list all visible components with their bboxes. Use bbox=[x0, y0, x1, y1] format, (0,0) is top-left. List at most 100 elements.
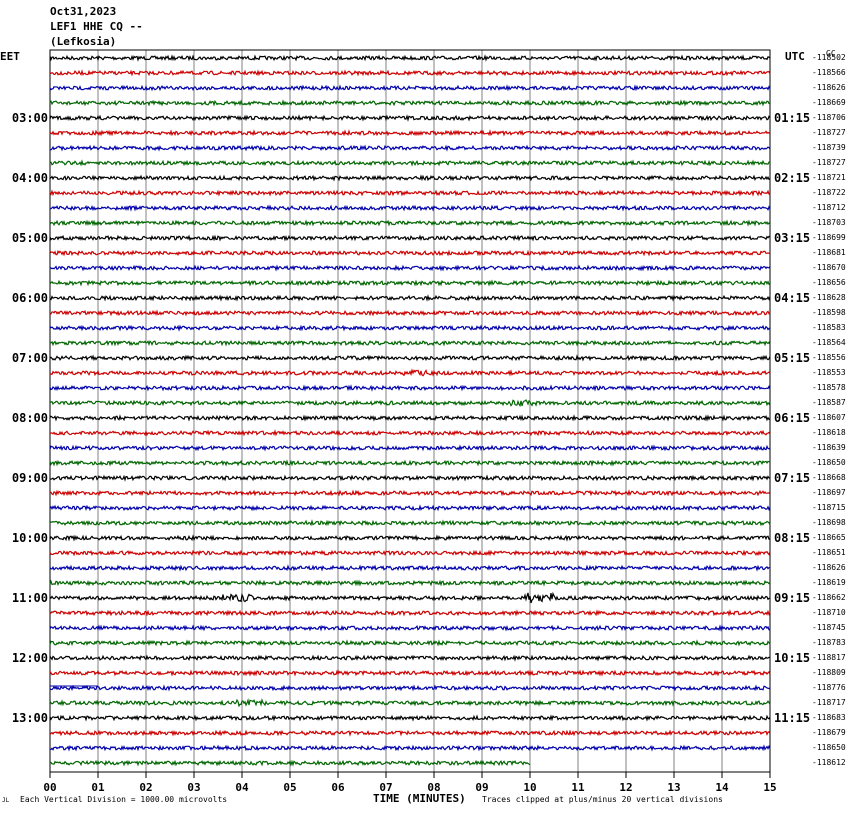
date-label: Oct31,2023 bbox=[50, 5, 117, 18]
trace-39 bbox=[49, 624, 771, 632]
trace-7 bbox=[49, 144, 771, 152]
trace-41 bbox=[49, 654, 771, 662]
left-hour-label: 05:00 bbox=[11, 231, 48, 245]
trace-26 bbox=[49, 429, 771, 437]
left-hour-label: 09:00 bbox=[11, 471, 48, 485]
trace-offset-label: -118556 bbox=[812, 353, 846, 362]
right-hour-label: 05:15 bbox=[774, 351, 811, 365]
trace-offset-label: -118626 bbox=[812, 563, 846, 572]
trace-offset-label: -118612 bbox=[812, 758, 846, 767]
trace-47 bbox=[49, 744, 771, 752]
plot-frame bbox=[49, 49, 771, 773]
trace-24 bbox=[49, 399, 771, 408]
trace-29 bbox=[49, 474, 771, 482]
right-hour-label: 01:15 bbox=[774, 111, 811, 125]
trace-15 bbox=[49, 264, 771, 272]
trace-42 bbox=[49, 669, 771, 677]
left-hour-label: 13:00 bbox=[11, 711, 48, 725]
trace-offset-label: -118783 bbox=[812, 638, 846, 647]
trace-offset-label: -118706 bbox=[812, 113, 846, 122]
left-hour-label: 12:00 bbox=[11, 651, 48, 665]
trace-offset-label: -118809 bbox=[812, 668, 846, 677]
right-timezone-label: UTC bbox=[785, 50, 805, 63]
x-tick-label-09: 09 bbox=[475, 781, 488, 794]
trace-44 bbox=[49, 697, 771, 708]
trace-offset-label: -118698 bbox=[812, 518, 846, 527]
trace-offset-label: -118776 bbox=[812, 683, 846, 692]
trace-offset-label: -118699 bbox=[812, 233, 846, 242]
trace-offset-label: -118668 bbox=[812, 473, 846, 482]
x-tick-label-04: 04 bbox=[235, 781, 249, 794]
trace-offset-label: -118681 bbox=[812, 248, 846, 257]
trace-offset-label: -118598 bbox=[812, 308, 846, 317]
location-label: (Lefkosia) bbox=[50, 35, 117, 48]
x-tick-label-12: 12 bbox=[619, 781, 632, 794]
trace-23 bbox=[49, 384, 771, 392]
helicorder-chart: 00 01 02 03 04 05 06 07 08 09 10 11 12 13 14 15 bbox=[43, 49, 777, 794]
trace-offset-label: -118619 bbox=[812, 578, 846, 587]
trace-6 bbox=[49, 129, 771, 137]
left-hour-label: 06:00 bbox=[11, 291, 48, 305]
trace-offset-label: -118662 bbox=[812, 593, 846, 602]
right-hour-label: 07:15 bbox=[774, 471, 811, 485]
trace-32 bbox=[49, 519, 771, 527]
trace-37 bbox=[49, 591, 771, 604]
trace-4 bbox=[49, 99, 771, 107]
x-tick-label-02: 02 bbox=[139, 781, 152, 794]
x-tick-label-01: 01 bbox=[91, 781, 105, 794]
trace-19 bbox=[49, 324, 771, 332]
grid bbox=[49, 49, 771, 773]
trace-offset-label: -118656 bbox=[812, 278, 846, 287]
trace-1 bbox=[49, 54, 771, 62]
trace-offset-label: -118679 bbox=[812, 728, 846, 737]
trace-2 bbox=[49, 69, 771, 77]
trace-20 bbox=[49, 339, 771, 347]
trace-offset-label: -118697 bbox=[812, 488, 846, 497]
right-hour-label: 03:15 bbox=[774, 231, 811, 245]
trace-offset-label: -118712 bbox=[812, 203, 846, 212]
trace-5 bbox=[49, 114, 771, 122]
station-label: LEF1 HHE CQ -- bbox=[50, 20, 143, 33]
right-hour-label: 02:15 bbox=[774, 171, 811, 185]
x-axis: 00 01 02 03 04 05 06 07 08 09 10 11 12 13 14 15 bbox=[43, 772, 777, 794]
right-hour-label: 08:15 bbox=[774, 531, 811, 545]
left-hour-label: 07:00 bbox=[11, 351, 48, 365]
trace-offset-label: -118553 bbox=[812, 368, 846, 377]
trace-offset-label: -118607 bbox=[812, 413, 846, 422]
left-hour-label: 03:00 bbox=[11, 111, 48, 125]
trace-9 bbox=[49, 174, 771, 182]
trace-offset-label: -118650 bbox=[812, 743, 846, 752]
clip-note: Traces clipped at plus/minus 20 vertical… bbox=[482, 795, 723, 804]
trace-12 bbox=[49, 219, 771, 227]
trace-offset-label: -118715 bbox=[812, 503, 846, 512]
trace-offset-label: -118628 bbox=[812, 293, 846, 302]
x-tick-label-15: 15 bbox=[763, 781, 776, 794]
x-tick-label-00: 00 bbox=[43, 781, 56, 794]
trace-28 bbox=[49, 459, 771, 467]
right-hour-label: 11:15 bbox=[774, 711, 811, 725]
trace-30 bbox=[49, 489, 771, 497]
trace-offset-label: -118722 bbox=[812, 188, 846, 197]
x-axis-title: TIME (MINUTES) bbox=[373, 792, 466, 805]
trace-21 bbox=[49, 354, 771, 362]
x-tick-label-13: 13 bbox=[667, 781, 680, 794]
trace-offset-label: -118502 bbox=[812, 53, 846, 62]
trace-offset-label: -118578 bbox=[812, 383, 846, 392]
trace-13 bbox=[49, 234, 771, 242]
trace-offset-label: -118650 bbox=[812, 458, 846, 467]
x-tick-label-11: 11 bbox=[571, 781, 585, 794]
trace-45 bbox=[49, 714, 771, 722]
trace-offset-label: -118669 bbox=[812, 98, 846, 107]
right-hour-label: 09:15 bbox=[774, 591, 811, 605]
left-hour-label: 11:00 bbox=[11, 591, 48, 605]
logo-mark: JL bbox=[2, 797, 10, 804]
trace-18 bbox=[49, 309, 771, 317]
trace-offset-label: -118721 bbox=[812, 173, 846, 182]
trace-8 bbox=[49, 159, 771, 167]
trace-offset-label: -118564 bbox=[812, 338, 846, 347]
x-tick-label-05: 05 bbox=[283, 781, 296, 794]
trace-25 bbox=[49, 414, 771, 422]
trace-11 bbox=[49, 204, 771, 212]
right-hour-label: 10:15 bbox=[774, 651, 811, 665]
trace-46 bbox=[49, 729, 771, 737]
